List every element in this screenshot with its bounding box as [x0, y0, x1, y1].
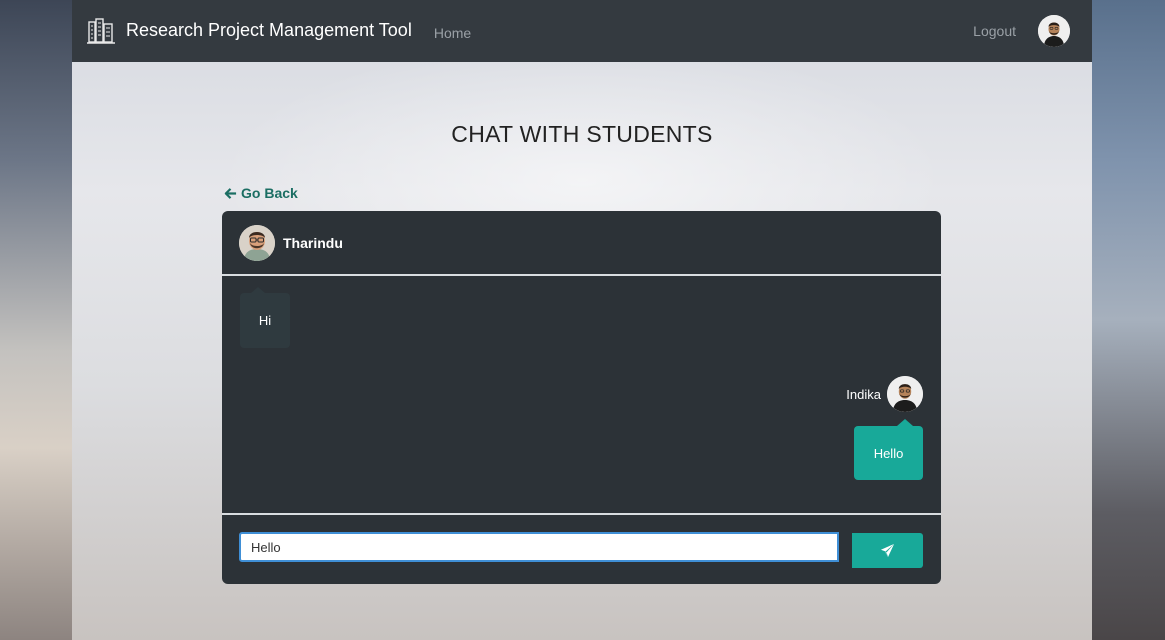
background-left [0, 0, 72, 640]
message-text: Hello [873, 445, 904, 461]
page-title: CHAT WITH STUDENTS [451, 121, 713, 147]
arrow-left-icon [224, 187, 237, 199]
paper-plane-icon [880, 543, 895, 558]
brand-title[interactable]: Research Project Management Tool [126, 20, 412, 41]
go-back-link[interactable]: Go Back [224, 185, 298, 201]
message-received: Hi [240, 287, 290, 348]
sender-name: Indika [846, 386, 881, 402]
sender-avatar-icon [887, 376, 923, 412]
background-right [1092, 0, 1165, 640]
chat-header: Tharindu [222, 211, 941, 276]
chat-footer [222, 513, 941, 584]
page-container: Research Project Management Tool Home Lo… [72, 0, 1092, 640]
message-input[interactable] [239, 532, 839, 562]
message-text: Hi [258, 313, 272, 328]
building-logo-icon[interactable] [86, 16, 116, 46]
navbar: Research Project Management Tool Home Lo… [72, 0, 1092, 62]
contact-name: Tharindu [283, 234, 343, 251]
message-sent: Hello [854, 419, 923, 480]
contact-avatar-icon [239, 224, 275, 261]
message-sender: Indika [846, 376, 923, 412]
chat-card: Tharindu Hi Indika Hello [222, 211, 941, 584]
send-button[interactable] [852, 533, 923, 568]
go-back-label: Go Back [241, 185, 298, 201]
user-avatar-icon[interactable] [1038, 15, 1070, 47]
logout-link[interactable]: Logout [973, 23, 1016, 39]
nav-home-link[interactable]: Home [434, 25, 471, 41]
navbar-right: Logout [973, 15, 1070, 47]
